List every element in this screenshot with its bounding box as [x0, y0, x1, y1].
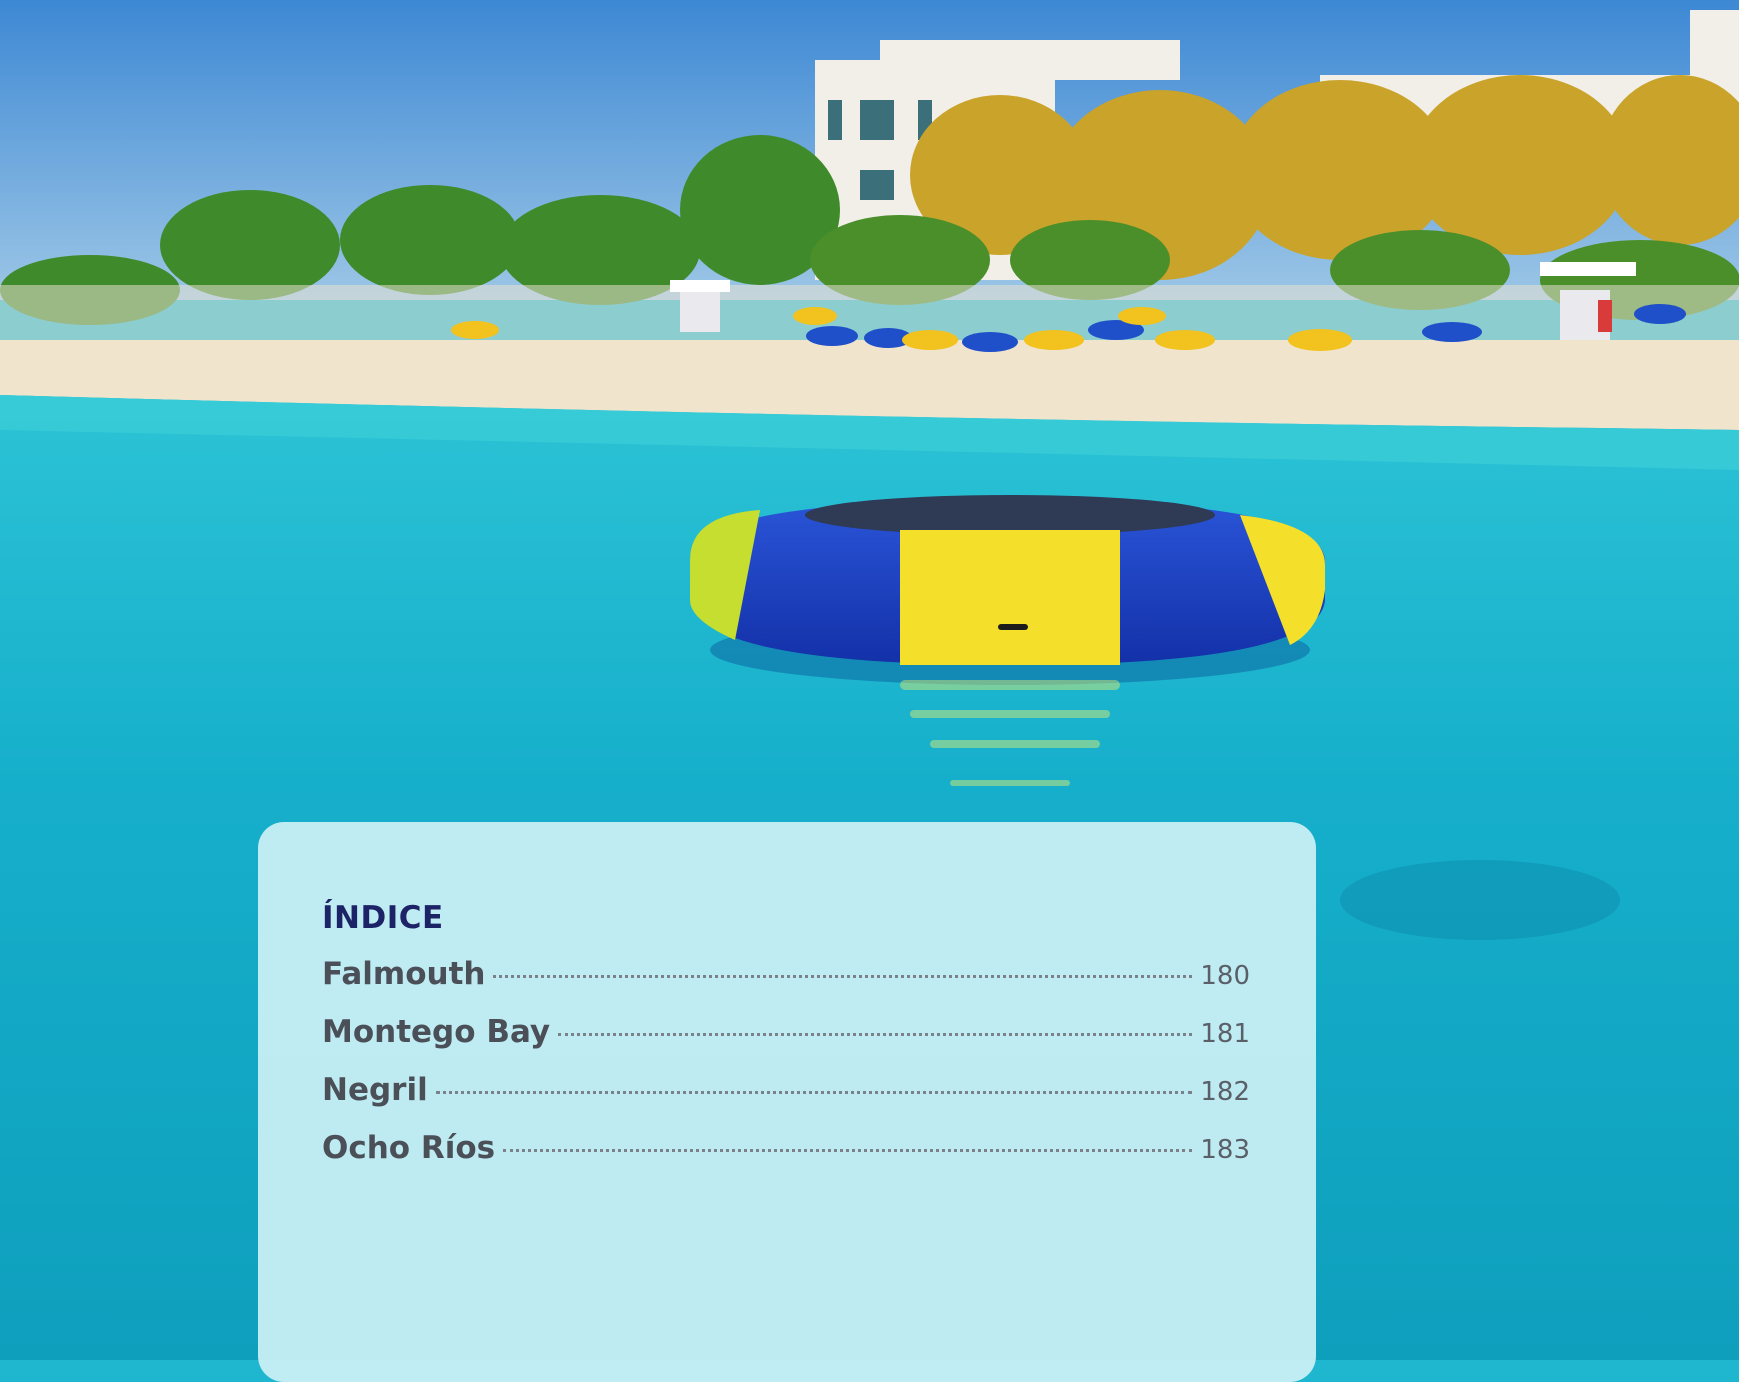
toc-page-number: 182 [1200, 1077, 1250, 1107]
toc-entry-negril[interactable]: Negril 182 [322, 1072, 1250, 1130]
toc-leader-dots [503, 1148, 1193, 1152]
toc-page-number: 183 [1200, 1135, 1250, 1165]
water-trampoline [690, 495, 1325, 685]
toc-entry-montego-bay[interactable]: Montego Bay 181 [322, 1014, 1250, 1072]
toc-entry-label: Ocho Ríos [322, 1130, 496, 1166]
toc-page-number: 180 [1200, 961, 1250, 991]
index-panel: ÍNDICE Falmouth 180 Montego Bay 181 Negr… [258, 822, 1316, 1382]
toc-leader-dots [435, 1090, 1193, 1094]
toc-entry-label: Montego Bay [322, 1014, 551, 1050]
toc-leader-dots [558, 1032, 1193, 1036]
toc-entry-ocho-rios[interactable]: Ocho Ríos 183 [322, 1130, 1250, 1188]
toc-page-number: 181 [1200, 1019, 1250, 1049]
toc-entry-label: Falmouth [322, 956, 486, 992]
toc-entry-falmouth[interactable]: Falmouth 180 [322, 956, 1250, 1014]
toc-leader-dots [493, 974, 1193, 978]
index-title: ÍNDICE [322, 900, 444, 936]
toc-entry-label: Negril [322, 1072, 428, 1108]
